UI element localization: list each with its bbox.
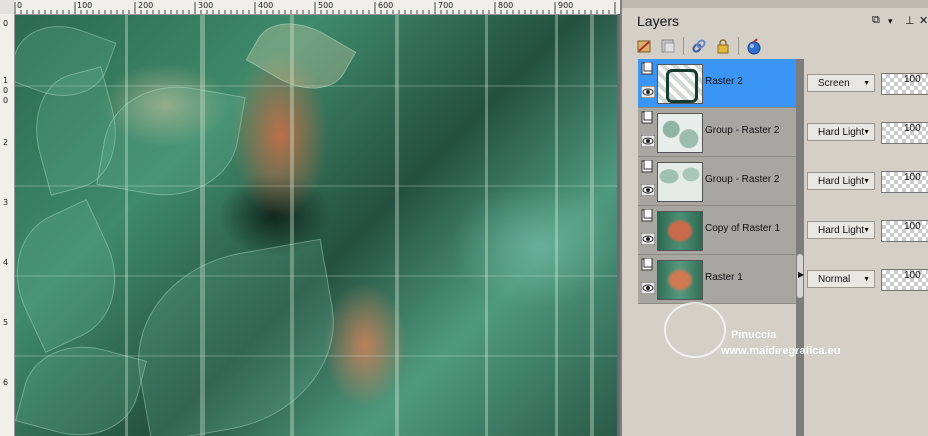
leaf-shape — [96, 74, 246, 208]
new-mask-layer-icon[interactable] — [745, 37, 763, 55]
layer-properties-icon[interactable] — [635, 37, 653, 55]
eye-icon[interactable] — [641, 86, 655, 98]
layer-row[interactable]: Raster 1 — [638, 255, 796, 304]
opacity-value: 100 — [904, 172, 921, 183]
opacity-field[interactable]: 100 — [881, 220, 928, 242]
blend-row: Screen ▼ 100 — [804, 59, 928, 108]
canvas-stripe — [555, 15, 558, 436]
panel-title: Layers — [637, 13, 680, 29]
opacity-value: 100 — [904, 221, 921, 232]
layers-panel: Layers ⧉ ▾ ⊥ ✕ Raster 2 Group - Raster 2… — [620, 0, 928, 436]
ruler-left-label: 6 — [3, 378, 9, 387]
watermark-url: www.maidiregrafica.eu — [721, 345, 841, 357]
layer-list: Raster 2 Group - Raster 2 Group - Raster… — [638, 59, 796, 304]
opacity-value: 100 — [904, 123, 921, 134]
opacity-field[interactable]: 100 — [881, 122, 928, 144]
chevron-down-icon: ▼ — [863, 80, 870, 87]
layer-row[interactable]: Copy of Raster 1 — [638, 206, 796, 255]
layer-name: Copy of Raster 1 — [705, 223, 781, 234]
opacity-value: 100 — [904, 270, 921, 281]
opacity-field[interactable]: 100 — [881, 73, 928, 95]
layer-type-icon — [641, 111, 653, 124]
layer-list-splitter[interactable] — [796, 59, 804, 436]
eye-icon[interactable] — [641, 282, 655, 294]
layer-name: Group - Raster 2 — [705, 125, 780, 136]
layer-thumbnail — [657, 64, 703, 104]
ruler-left-label: 1 — [3, 76, 9, 85]
chevron-down-icon: ▼ — [863, 276, 870, 283]
blend-mode-select[interactable]: Screen ▼ — [807, 74, 875, 92]
layer-type-icon — [641, 209, 653, 222]
blend-mode-value: Normal — [818, 274, 851, 285]
blend-mode-value: Hard Light — [818, 176, 865, 187]
ruler-top-ticks — [14, 2, 616, 14]
chevron-down-icon: ▼ — [863, 227, 870, 234]
link-layers-icon[interactable] — [690, 37, 708, 55]
ruler-left-sublabel: 0 — [3, 96, 9, 105]
eye-icon[interactable] — [641, 233, 655, 245]
blend-mode-value: Screen — [818, 78, 850, 89]
layer-thumbnail — [657, 113, 703, 153]
blend-mode-select[interactable]: Hard Light ▼ — [807, 221, 875, 239]
chevron-down-icon: ▼ — [863, 178, 870, 185]
ruler-left: 0 1 0 0 2 3 4 5 6 — [0, 14, 15, 436]
layer-thumbnail — [657, 260, 703, 300]
layer-thumbnail — [657, 162, 703, 202]
duplicate-layer-icon[interactable] — [659, 37, 677, 55]
opacity-value: 100 — [904, 74, 921, 85]
eye-icon[interactable] — [641, 135, 655, 147]
canvas-stripe — [395, 15, 399, 436]
ruler-left-label: 4 — [3, 258, 9, 267]
layer-row[interactable]: Group - Raster 2 — [638, 157, 796, 206]
toolbar-separator — [738, 37, 739, 55]
blend-mode-select[interactable]: Hard Light ▼ — [807, 123, 875, 141]
blend-mode-select[interactable]: Hard Light ▼ — [807, 172, 875, 190]
layer-name: Raster 1 — [705, 272, 743, 283]
blend-row: Hard Light ▼ 100 — [804, 108, 928, 157]
pin-panel-icon[interactable]: ⊥ — [905, 14, 915, 27]
blend-row: Hard Light ▼ 100 — [804, 206, 928, 255]
panel-top-strip — [622, 0, 928, 8]
ruler-left-label: 2 — [3, 138, 9, 147]
ruler-left-sublabel: 0 — [3, 86, 9, 95]
layer-name: Raster 2 — [705, 76, 743, 87]
blend-row: Hard Light ▼ 100 — [804, 157, 928, 206]
blend-mode-column: Screen ▼ 100 Hard Light ▼ 100 Hard Light ▼ … — [804, 59, 928, 304]
ruler-corner — [0, 0, 14, 14]
blend-mode-select[interactable]: Normal ▼ — [807, 270, 875, 288]
layer-row[interactable]: Raster 2 — [638, 59, 796, 108]
image-canvas[interactable] — [15, 15, 617, 436]
layer-type-icon — [641, 258, 653, 271]
watermark-heart-logo — [664, 302, 726, 358]
leaf-shape — [121, 238, 351, 436]
float-panel-icon[interactable]: ⧉ — [872, 14, 880, 27]
layers-toolbar — [635, 34, 763, 58]
canvas-stripe — [485, 15, 488, 436]
layer-row[interactable]: Group - Raster 2 — [638, 108, 796, 157]
ruler-top: 0 100 200 300 400 500 600 700 800 900 — [0, 0, 620, 15]
layer-thumbnail — [657, 211, 703, 251]
eye-icon[interactable] — [641, 184, 655, 196]
watermark-name: Pinuccia — [731, 329, 777, 341]
ruler-left-label: 3 — [3, 198, 9, 207]
opacity-field[interactable]: 100 — [881, 269, 928, 291]
canvas-stripe — [590, 15, 594, 436]
blend-row: Normal ▼ 100 — [804, 255, 928, 304]
lock-layer-icon[interactable] — [714, 37, 732, 55]
layer-name: Group - Raster 2 — [705, 174, 780, 185]
leaf-shape — [245, 15, 357, 106]
ruler-left-label: 0 — [3, 19, 9, 28]
blend-mode-value: Hard Light — [818, 225, 865, 236]
layer-type-icon — [641, 62, 653, 75]
layer-type-icon — [641, 160, 653, 173]
close-panel-icon[interactable]: ✕ — [919, 14, 928, 27]
opacity-field[interactable]: 100 — [881, 171, 928, 193]
panel-menu-chevron-icon[interactable]: ▾ — [888, 16, 893, 27]
ruler-left-label: 5 — [3, 318, 9, 327]
blend-mode-value: Hard Light — [818, 127, 865, 138]
toolbar-separator — [683, 37, 684, 55]
chevron-down-icon: ▼ — [863, 129, 870, 136]
